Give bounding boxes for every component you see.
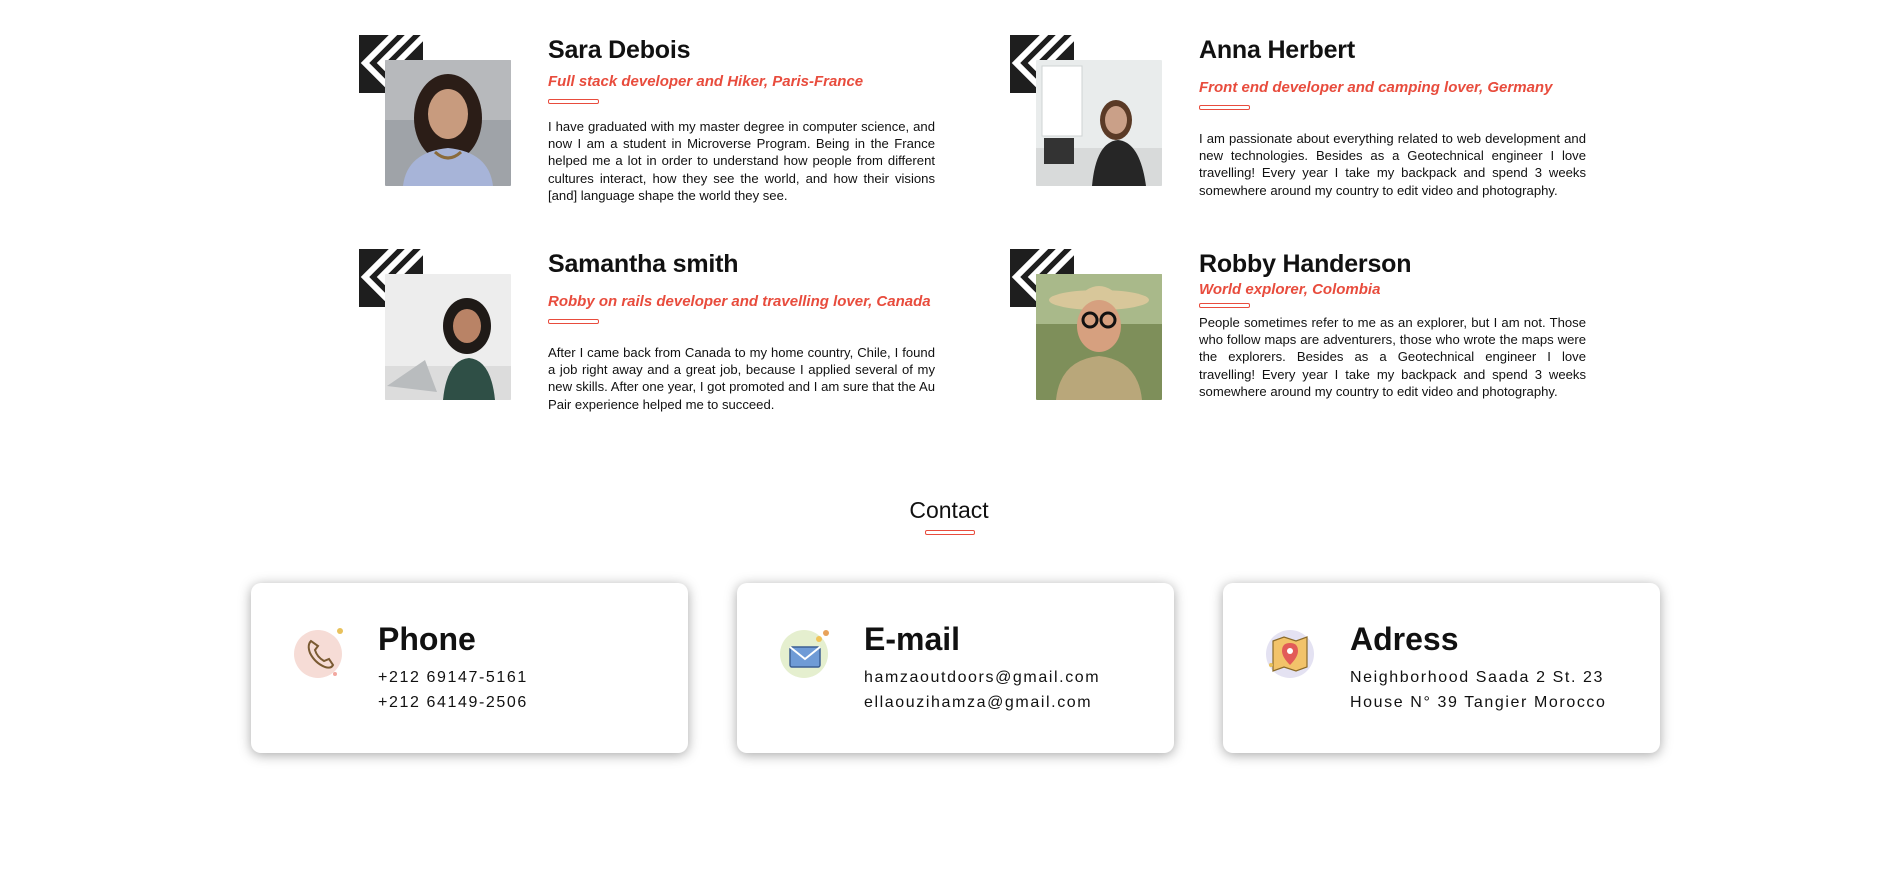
- speaker-underline: [1199, 303, 1250, 308]
- contact-card-email: E-mail hamzaoutdoors@gmail.com ellaouzih…: [737, 583, 1174, 753]
- speaker-name: Anna Herbert: [1199, 36, 1355, 64]
- speaker-photo: [1036, 60, 1162, 186]
- speaker-photo: [385, 60, 511, 186]
- speaker-info: Anna Herbert Front end developer and cam…: [1199, 35, 1586, 199]
- speaker-role: Full stack developer and Hiker, Paris-Fr…: [548, 73, 864, 90]
- address-line: House N° 39 Tangier Morocco: [1350, 694, 1607, 711]
- speaker-name: Samantha smith: [548, 250, 739, 278]
- contact-underline: [925, 530, 975, 535]
- contact-card-title: Phone: [378, 621, 476, 657]
- speaker-bio: I am passionate about everything related…: [1199, 131, 1586, 198]
- speaker-info: Sara Debois Full stack developer and Hik…: [548, 35, 935, 204]
- speaker-role: World explorer, Colombia: [1199, 281, 1381, 298]
- speaker-info: Samantha smith Robby on rails developer …: [548, 249, 935, 413]
- speaker-underline: [1199, 105, 1250, 110]
- contact-card-title: Adress: [1350, 621, 1459, 657]
- speaker-photo-frame: [1010, 249, 1162, 401]
- map-pin-icon: [1265, 625, 1319, 679]
- contact-title: Contact: [909, 497, 989, 523]
- speaker-card: Anna Herbert Front end developer and cam…: [1010, 35, 1610, 235]
- speaker-bio: People sometimes refer to me as an explo…: [1199, 315, 1586, 399]
- speaker-name: Sara Debois: [548, 36, 691, 64]
- speaker-card: Robby Handerson World explorer, Colombia…: [1010, 249, 1610, 449]
- speaker-underline: [548, 319, 599, 324]
- phone-icon: [293, 625, 347, 679]
- speaker-bio: After I came back from Canada to my home…: [548, 345, 935, 412]
- phone-number[interactable]: +212 64149-2506: [378, 694, 528, 712]
- email-address[interactable]: hamzaoutdoors@gmail.com: [864, 669, 1100, 687]
- speaker-name: Robby Handerson: [1199, 250, 1412, 278]
- speaker-photo: [385, 274, 511, 400]
- phone-number[interactable]: +212 69147-5161: [378, 669, 528, 687]
- speaker-bio: I have graduated with my master degree i…: [548, 119, 935, 203]
- address-line: Neighborhood Saada 2 St. 23: [1350, 669, 1605, 686]
- email-icon: [779, 625, 833, 679]
- speaker-photo-frame: [359, 249, 511, 401]
- speaker-photo-frame: [359, 35, 511, 187]
- contact-card-phone: Phone +212 69147-5161 +212 64149-2506: [251, 583, 688, 753]
- speaker-card: Sara Debois Full stack developer and Hik…: [359, 35, 959, 235]
- speaker-role: Front end developer and camping lover, G…: [1199, 79, 1553, 96]
- speaker-underline: [548, 99, 599, 104]
- speaker-photo: [1036, 274, 1162, 400]
- contact-card-address: Adress Neighborhood Saada 2 St. 23 House…: [1223, 583, 1660, 753]
- speaker-info: Robby Handerson World explorer, Colombia…: [1199, 249, 1586, 400]
- speaker-photo-frame: [1010, 35, 1162, 187]
- email-address[interactable]: ellaouzihamza@gmail.com: [864, 694, 1092, 712]
- contact-card-title: E-mail: [864, 621, 961, 657]
- speaker-role: Robby on rails developer and travelling …: [548, 293, 931, 310]
- speaker-card: Samantha smith Robby on rails developer …: [359, 249, 959, 449]
